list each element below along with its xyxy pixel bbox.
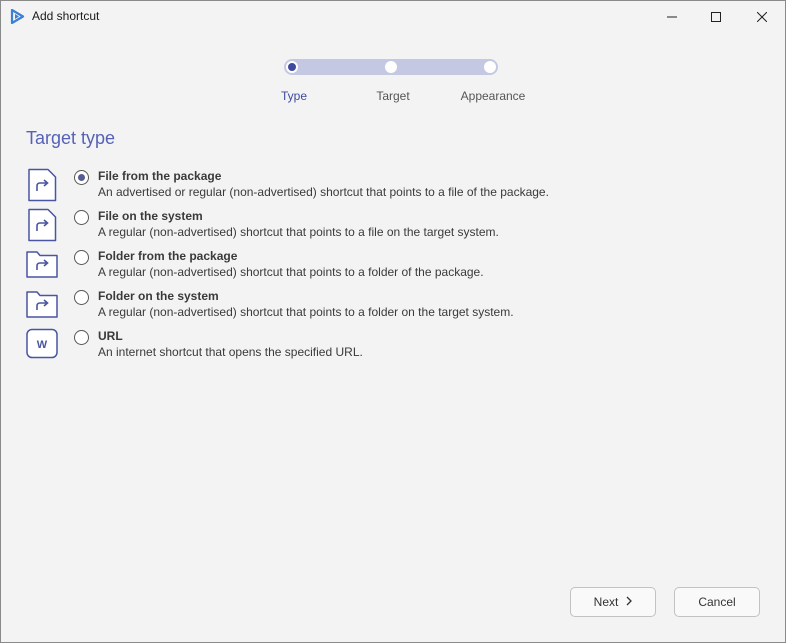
maximize-button[interactable] — [693, 1, 739, 32]
step-dot-type — [286, 61, 298, 73]
file-shortcut-icon — [26, 168, 58, 202]
folder-shortcut-icon — [26, 248, 58, 282]
option-description: A regular (non-advertised) shortcut that… — [98, 225, 499, 239]
folder-shortcut-icon — [26, 288, 58, 322]
step-dot-appearance — [484, 61, 496, 73]
minimize-icon — [667, 16, 677, 17]
radio-file-from-package[interactable] — [74, 170, 89, 185]
step-label-type: Type — [280, 89, 307, 103]
add-shortcut-dialog: Add shortcut Type Target Appearance Targ… — [0, 0, 786, 643]
radio-folder-from-package[interactable] — [74, 250, 89, 265]
url-icon-letter: W — [37, 339, 48, 351]
option-description: An advertised or regular (non-advertised… — [98, 185, 549, 199]
option-file-on-system[interactable]: File on the system A regular (non-advert… — [26, 208, 676, 246]
option-description: A regular (non-advertised) shortcut that… — [98, 305, 514, 319]
wizard-stepper — [284, 59, 498, 75]
radio-url[interactable] — [74, 330, 89, 345]
chevron-right-icon — [626, 595, 633, 609]
cancel-button-label: Cancel — [698, 595, 736, 609]
cancel-button[interactable]: Cancel — [674, 587, 760, 617]
section-title: Target type — [26, 128, 116, 148]
url-shortcut-icon: W — [26, 328, 58, 362]
radio-folder-on-system[interactable] — [74, 290, 89, 305]
option-description: A regular (non-advertised) shortcut that… — [98, 265, 484, 279]
window-title: Add shortcut — [32, 9, 100, 23]
next-button[interactable]: Next — [570, 587, 656, 617]
step-label-appearance: Appearance — [460, 89, 526, 103]
step-dot-target — [385, 61, 397, 73]
option-description: An internet shortcut that opens the spec… — [98, 345, 363, 359]
option-title: File on the system — [98, 209, 203, 223]
maximize-icon — [711, 11, 721, 22]
close-icon — [757, 11, 767, 22]
option-title: Folder on the system — [98, 289, 219, 303]
option-file-from-package[interactable]: File from the package An advertised or r… — [26, 168, 676, 206]
option-title: URL — [98, 329, 123, 343]
option-folder-on-system[interactable]: Folder on the system A regular (non-adve… — [26, 288, 676, 326]
radio-file-on-system[interactable] — [74, 210, 89, 225]
app-logo-icon — [10, 8, 25, 25]
option-url[interactable]: W URL An internet shortcut that opens th… — [26, 328, 676, 366]
option-title: Folder from the package — [98, 249, 238, 263]
minimize-button[interactable] — [649, 1, 695, 32]
option-folder-from-package[interactable]: Folder from the package A regular (non-a… — [26, 248, 676, 286]
option-title: File from the package — [98, 169, 222, 183]
file-shortcut-icon — [26, 208, 58, 242]
step-label-target: Target — [376, 89, 410, 103]
close-button[interactable] — [739, 1, 785, 32]
title-bar: Add shortcut — [1, 1, 785, 32]
next-button-label: Next — [593, 595, 619, 609]
